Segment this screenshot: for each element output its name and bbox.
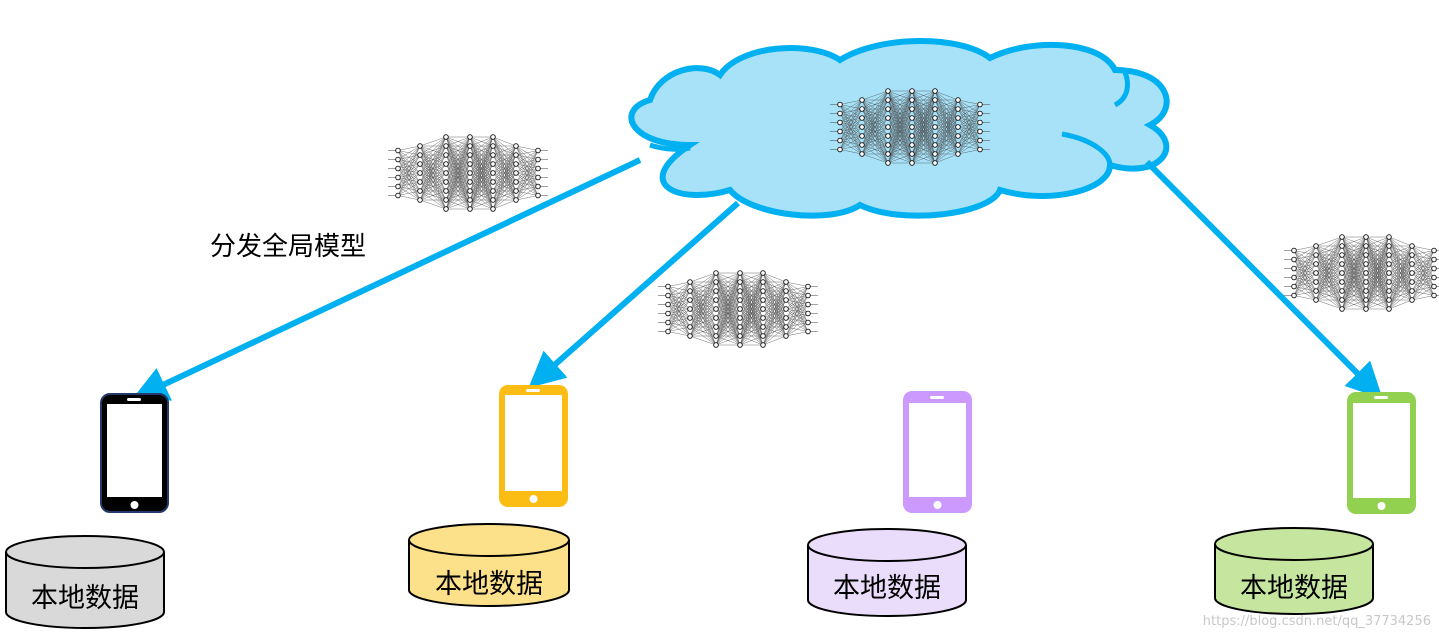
neural-network-icon (1283, 234, 1439, 312)
neural-network-icon (657, 270, 819, 348)
local-data-label: 本地数据 (1240, 573, 1348, 604)
local-data-label: 本地数据 (31, 583, 139, 614)
federated-learning-diagram (5, 38, 1439, 629)
local-data-label: 本地数据 (833, 573, 941, 604)
phone-icon (903, 391, 972, 513)
phone-icon (499, 385, 568, 507)
phone-icon (100, 393, 169, 513)
arrow-to-device-4 (1144, 159, 1383, 399)
distribute-global-model-label: 分发全局模型 (210, 232, 367, 262)
neural-network-icon (387, 134, 549, 212)
local-data-label: 本地数据 (435, 569, 543, 600)
watermark: https://blog.csdn.net/qq_37734256 (1202, 614, 1431, 629)
phone-icon (1347, 392, 1416, 514)
